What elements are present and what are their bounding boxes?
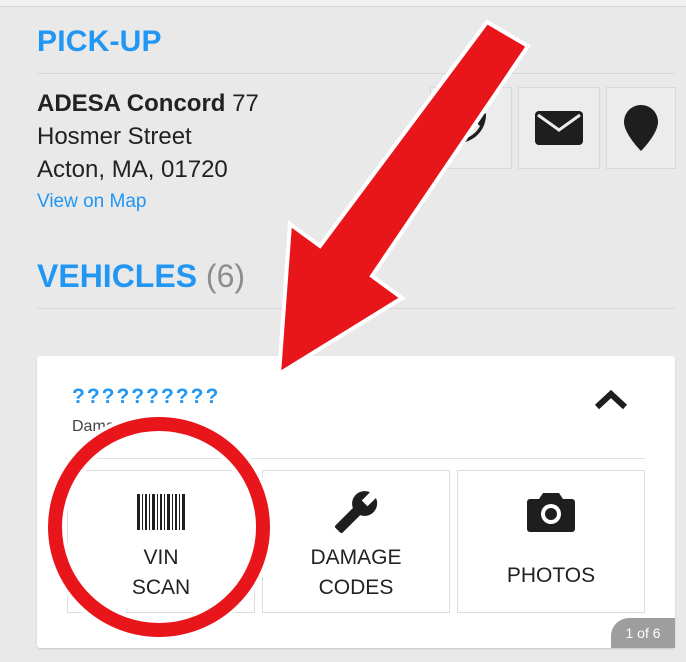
damage-codes-label: DAMAGE CODES	[310, 546, 402, 599]
photos-button[interactable]: PHOTOS	[457, 470, 645, 613]
address-line3: Acton, MA, 01720	[37, 156, 228, 183]
phone-icon	[456, 113, 486, 143]
mail-icon	[535, 111, 583, 145]
divider	[37, 73, 675, 74]
vehicle-card: ?????????? Damage: NONE VIN SCAN DAMAGE CO…	[37, 356, 675, 648]
vehicle-vin[interactable]: ??????????	[72, 385, 220, 409]
barcode-icon	[135, 489, 187, 535]
vin-scan-label: VIN SCAN	[131, 546, 191, 599]
vehicles-label: VEHICLES	[37, 258, 198, 294]
chevron-up-icon[interactable]	[594, 388, 628, 410]
vin-scan-button[interactable]: VIN SCAN	[67, 470, 255, 613]
vehicles-title: VEHICLES (6)	[37, 258, 245, 295]
damage-label: Damage:	[72, 418, 137, 435]
email-button[interactable]	[518, 87, 600, 169]
damage-value: NONE	[141, 418, 188, 435]
map-pin-button[interactable]	[606, 87, 676, 169]
divider	[37, 308, 675, 309]
top-edge	[0, 0, 686, 7]
address-line2: Hosmer Street	[37, 123, 192, 150]
vehicles-count: (6)	[205, 258, 246, 294]
divider	[65, 458, 645, 459]
damage-codes-button[interactable]: DAMAGE CODES	[262, 470, 450, 613]
view-on-map-link[interactable]: View on Map	[37, 191, 147, 213]
damage-summary: Damage: NONE	[72, 418, 188, 436]
pickup-address: ADESA Concord 77 Hosmer Street Acton, MA…	[37, 87, 259, 186]
camera-icon	[526, 489, 576, 535]
wrench-icon	[331, 489, 381, 535]
photos-label: PHOTOS	[506, 564, 596, 587]
location-name: ADESA Concord	[37, 90, 226, 117]
pickup-title: PICK-UP	[37, 25, 162, 58]
pagination-badge: 1 of 6	[611, 618, 675, 648]
address-line1: 77	[225, 90, 259, 117]
map-pin-icon	[624, 105, 658, 151]
call-button[interactable]	[430, 87, 512, 169]
red-arrow-annotation	[276, 19, 531, 378]
